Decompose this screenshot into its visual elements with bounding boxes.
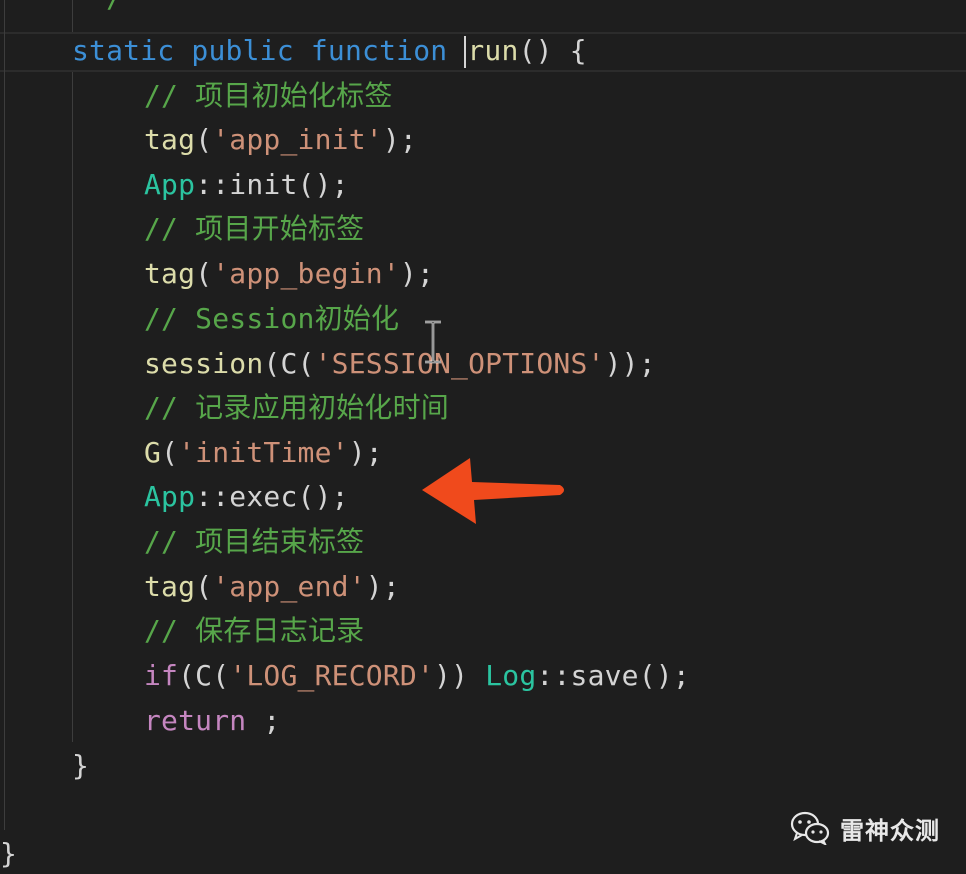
- punctuation: (: [195, 570, 213, 603]
- function-call: G: [144, 436, 162, 469]
- code-line: return ;: [144, 701, 280, 741]
- indent-guide: [72, 72, 73, 742]
- string-literal: 'initTime': [178, 436, 349, 469]
- closing-brace: }: [0, 837, 18, 870]
- punctuation: (: [195, 257, 213, 290]
- method-call: ::save();: [536, 659, 690, 692]
- code-line: if(C('LOG_RECORD')) Log::save();: [144, 656, 690, 696]
- function-call: tag: [144, 123, 196, 156]
- code-line: tag('app_begin');: [144, 254, 434, 294]
- function-call: tag: [144, 570, 196, 603]
- text-ibeam-cursor-icon: [425, 320, 441, 364]
- closing-brace: }: [72, 749, 90, 782]
- punctuation: (C(: [263, 347, 315, 380]
- code-line-comment: // 记录应用初始化时间: [144, 388, 449, 428]
- keyword: public: [191, 34, 294, 67]
- comment-end: */: [72, 0, 123, 14]
- function-call: session: [144, 347, 264, 380]
- method-call: ::exec();: [195, 480, 349, 513]
- string-literal: 'app_begin': [212, 257, 400, 290]
- code-line-highlighted-exec: App::exec();: [144, 477, 349, 517]
- string-literal: 'LOG_RECORD': [229, 659, 435, 692]
- string-literal: 'SESSION_OPTIONS': [314, 347, 605, 380]
- function-call: tag: [144, 257, 196, 290]
- comment: // 保存日志记录: [144, 614, 365, 647]
- punctuation: );: [348, 436, 383, 469]
- code-line: G('initTime');: [144, 433, 383, 473]
- punctuation: (: [161, 436, 179, 469]
- code-line: tag('app_init');: [144, 120, 417, 160]
- punctuation: ;: [246, 704, 281, 737]
- comment: // 记录应用初始化时间: [144, 391, 449, 424]
- function-name: run: [467, 34, 519, 67]
- comment: // 项目结束标签: [144, 525, 365, 558]
- code-line: App::init();: [144, 165, 349, 205]
- code-line-comment: // 项目开始标签: [144, 209, 364, 249]
- watermark-text: 雷神众测: [840, 816, 940, 845]
- control-keyword: return: [144, 704, 247, 737]
- string-literal: 'app_end': [212, 570, 366, 603]
- wechat-icon: [790, 811, 830, 845]
- code-line: */: [72, 0, 123, 18]
- control-keyword: if: [144, 659, 179, 692]
- code-editor[interactable]: */ static public function run() { // 项目初…: [0, 0, 966, 870]
- keyword: static: [72, 34, 175, 67]
- punctuation: )): [434, 659, 486, 692]
- code-line-comment: // 项目初始化标签: [144, 76, 393, 116]
- class-name: App: [144, 168, 196, 201]
- code-line-comment: // 项目结束标签: [144, 522, 364, 562]
- comment: // 项目开始标签: [144, 212, 365, 245]
- code-line-function-declaration: static public function run() {: [72, 31, 587, 71]
- code-line-closing-brace: }: [0, 834, 17, 874]
- class-name: Log: [485, 659, 537, 692]
- punctuation: (: [195, 123, 213, 156]
- string-literal: 'app_init': [212, 123, 383, 156]
- punctuation: );: [365, 570, 400, 603]
- method-call: ::init();: [195, 168, 349, 201]
- punctuation: (C(: [178, 659, 230, 692]
- class-name: App: [144, 480, 196, 513]
- comment: // 项目初始化标签: [144, 79, 393, 112]
- code-line: session(C('SESSION_OPTIONS'));: [144, 344, 656, 384]
- code-line: tag('app_end');: [144, 567, 400, 607]
- code-line-comment: // Session初始化: [144, 299, 399, 339]
- punctuation: );: [399, 257, 435, 290]
- watermark: 雷神众测: [790, 808, 940, 848]
- code-line-comment: // 保存日志记录: [144, 611, 364, 651]
- code-line-closing-brace: }: [72, 746, 89, 786]
- comment: // Session初始化: [144, 302, 400, 335]
- red-arrow-icon: [422, 458, 564, 524]
- punctuation: () {: [518, 34, 587, 67]
- punctuation: ));: [604, 347, 656, 380]
- indent-guide: [4, 0, 5, 830]
- keyword: function: [310, 34, 448, 67]
- punctuation: );: [382, 123, 417, 156]
